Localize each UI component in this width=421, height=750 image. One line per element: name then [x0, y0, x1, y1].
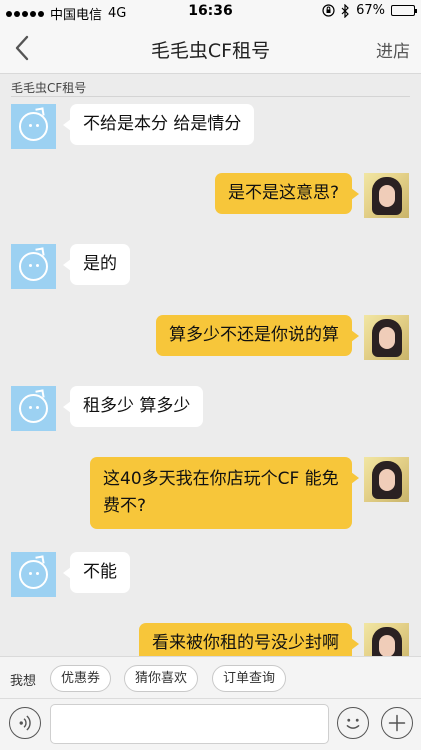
user-avatar[interactable]: [364, 457, 409, 502]
battery-icon: [391, 5, 417, 16]
recommend-chip[interactable]: 猜你喜欢: [124, 665, 199, 692]
message-bubble-user[interactable]: 算多少不还是你说的算: [156, 315, 359, 356]
message-bubble-shop[interactable]: 是的: [63, 244, 130, 285]
nav-bar: 毛毛虫CF租号 进店: [0, 22, 421, 74]
shop-avatar[interactable]: [11, 104, 56, 149]
shop-avatar[interactable]: [11, 244, 56, 289]
message-bubble-user[interactable]: 这40多天我在你店玩个CF 能免费不?: [90, 457, 359, 529]
user-avatar[interactable]: [364, 173, 409, 218]
voice-input-icon[interactable]: [9, 707, 41, 739]
coupon-chip[interactable]: 优惠券: [50, 665, 112, 692]
user-avatar[interactable]: [364, 315, 409, 360]
quick-actions-label: 我想: [10, 674, 37, 689]
shop-name-label: 毛毛虫CF租号: [11, 81, 87, 95]
quick-actions-bar: 我想 优惠券 猜你喜欢 订单查询: [0, 656, 421, 698]
input-bar: [0, 698, 421, 750]
user-avatar[interactable]: [364, 623, 409, 656]
orientation-lock-icon: [322, 4, 335, 17]
battery-percent: 67%: [356, 3, 385, 18]
message-bubble-shop[interactable]: 租多少 算多少: [62, 386, 204, 427]
bluetooth-icon: [341, 3, 349, 18]
message-bubble-shop[interactable]: 不能: [63, 552, 130, 593]
chat-area[interactable]: 毛毛虫CF租号 不给是本分 给是情分 是不是这意思? 是的 算多少不还是你说的算…: [0, 74, 421, 656]
shop-avatar[interactable]: [11, 552, 56, 597]
divider: [11, 96, 410, 97]
order-query-chip[interactable]: 订单查询: [212, 665, 287, 692]
page-title: 毛毛虫CF租号: [150, 40, 271, 62]
message-bubble-user[interactable]: 看来被你租的号没少封啊: [139, 623, 359, 656]
emoji-icon[interactable]: [337, 707, 369, 739]
add-more-icon[interactable]: [381, 707, 413, 739]
status-right: 67%: [322, 3, 417, 18]
shop-avatar[interactable]: [11, 386, 56, 431]
enter-shop-button[interactable]: 进店: [376, 37, 410, 62]
message-bubble-shop[interactable]: 不给是本分 给是情分: [62, 104, 255, 145]
message-bubble-user[interactable]: 是不是这意思?: [214, 173, 360, 214]
message-input[interactable]: [50, 704, 329, 744]
status-bar: 中国电信 4G 16:36 67%: [0, 0, 421, 23]
